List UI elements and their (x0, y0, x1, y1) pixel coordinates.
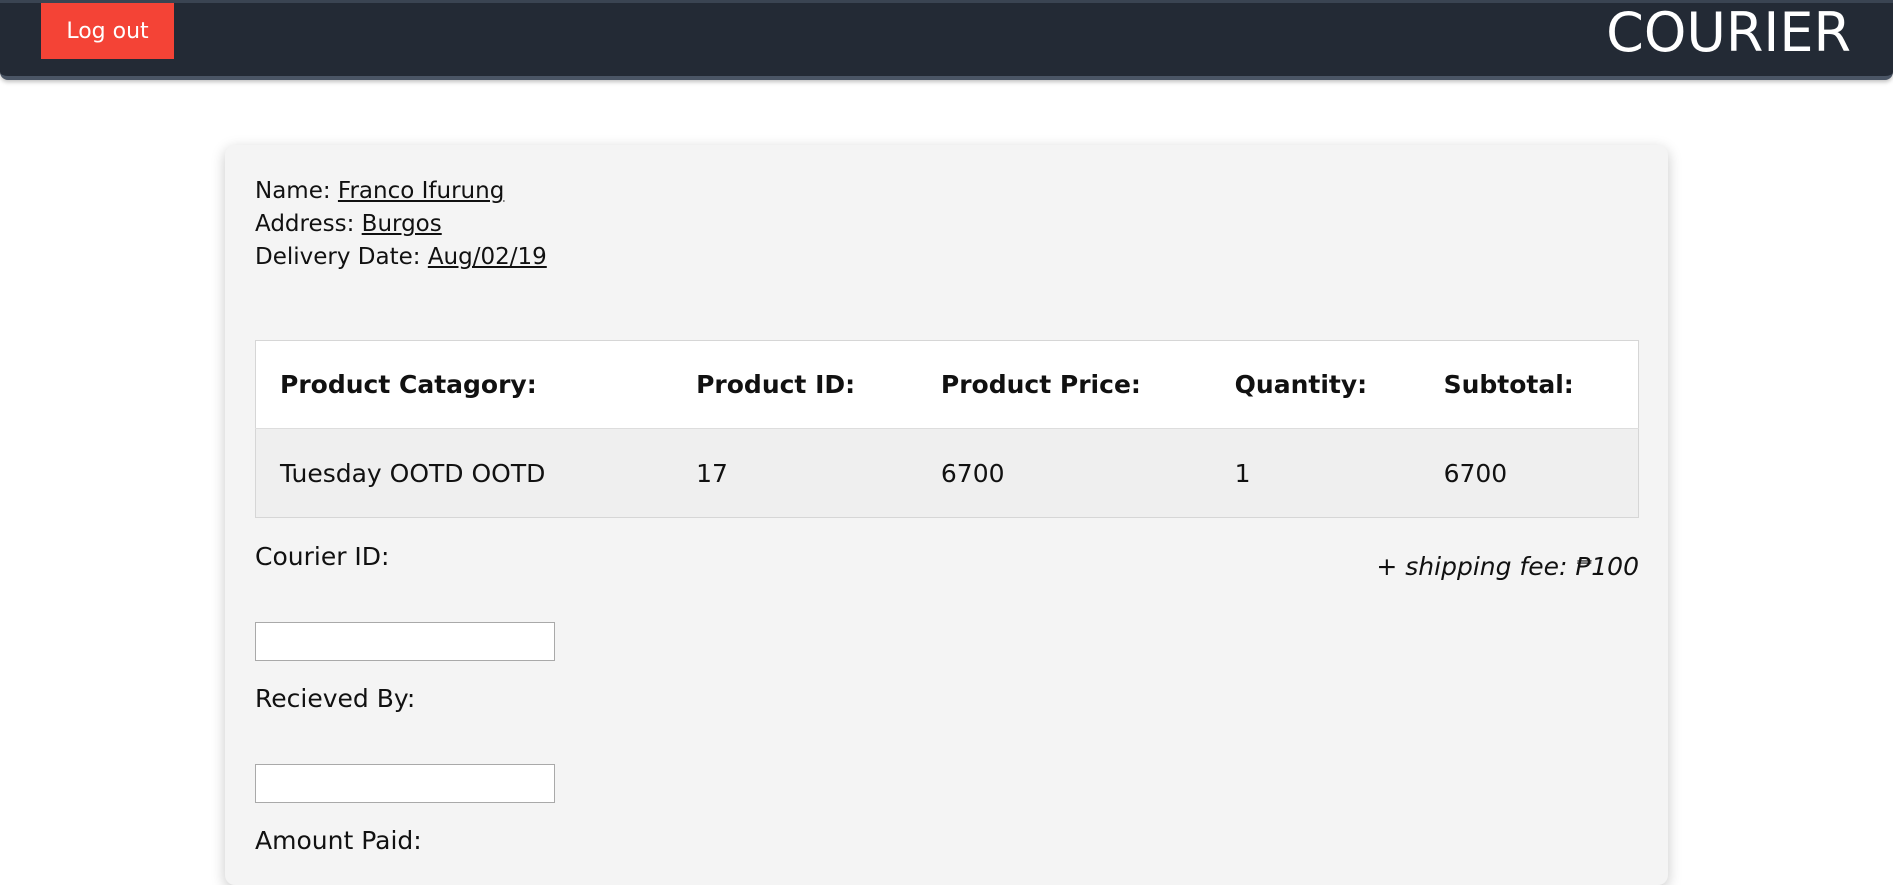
cell-subtotal: 6700 (1419, 428, 1639, 518)
name-row: Name: Franco Ifurung (255, 175, 547, 208)
courier-id-input[interactable] (255, 622, 555, 661)
address-row: Address: Burgos (255, 208, 547, 241)
header-product-id: Product ID: (672, 340, 917, 429)
address-value: Burgos (361, 211, 442, 237)
cell-quantity: 1 (1210, 428, 1420, 518)
cell-product-price: 6700 (916, 428, 1211, 518)
amount-paid-label: Amount Paid: (255, 826, 422, 855)
cell-product-category: Tuesday OOTD OOTD (255, 428, 673, 518)
name-label: Name: (255, 178, 331, 204)
delivery-date-value: Aug/02/19 (427, 244, 547, 270)
name-value: Franco Ifurung (337, 178, 505, 204)
delivery-date-label: Delivery Date: (255, 244, 421, 270)
delivery-date-row: Delivery Date: Aug/02/19 (255, 241, 547, 274)
address-label: Address: (255, 211, 355, 237)
brand-title: COURIER (1606, 1, 1851, 64)
header-quantity: Quantity: (1210, 340, 1420, 429)
cell-product-id: 17 (672, 428, 917, 518)
header-product-price: Product Price: (916, 340, 1211, 429)
received-by-label: Recieved By: (255, 684, 416, 713)
header-subtotal: Subtotal: (1419, 340, 1639, 429)
table-row: Tuesday OOTD OOTD 17 6700 1 6700 (255, 428, 1639, 518)
shipping-fee-note: + shipping fee: ₱100 (1376, 552, 1639, 581)
customer-info: Name: Franco Ifurung Address: Burgos Del… (255, 175, 547, 274)
order-table: Product Catagory: Product ID: Product Pr… (255, 340, 1639, 518)
header-product-category: Product Catagory: (255, 340, 673, 429)
courier-id-label: Courier ID: (255, 542, 390, 571)
delivery-card: Name: Franco Ifurung Address: Burgos Del… (225, 145, 1668, 885)
table-header-row: Product Catagory: Product ID: Product Pr… (255, 340, 1639, 429)
logout-button[interactable]: Log out (41, 3, 174, 59)
received-by-input[interactable] (255, 764, 555, 803)
top-navbar: Log out COURIER (0, 0, 1893, 80)
